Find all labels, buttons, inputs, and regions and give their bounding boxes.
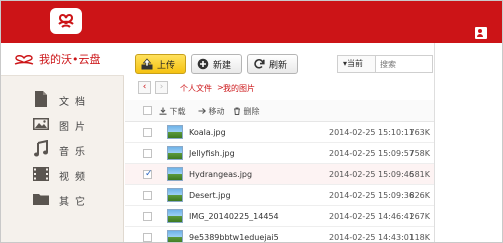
sidebar-item-pictures[interactable]: 图片 [1,112,124,137]
cloud-drive-window: 我的沃•云盘 文档 图片 音乐 视频 其它 上传 新建 刷新 ▾当前 搜索 ‹ … [0,0,503,243]
new-button[interactable]: 新建 [191,54,242,74]
chevron-left-icon: ‹ [142,82,147,92]
image-file-icon [167,125,183,139]
sidebar-item-label: 文档 [59,97,91,108]
file-name[interactable]: Koala.jpg [189,128,279,137]
trash-icon [234,107,240,115]
file-list: Koala.jpg 2014-02-25 15:10:11 763K Jelly… [125,122,434,242]
file-row[interactable]: IMG_20140225_144545.jpg 2014-02-25 14:46… [125,206,434,227]
back-button[interactable]: ‹ [138,81,151,94]
image-file-icon [167,188,183,202]
download-icon [159,107,167,115]
search-scope-label: 当前 [347,59,364,68]
category-nav: 文档 图片 音乐 视频 其它 [1,87,124,212]
sidebar: 我的沃•云盘 文档 图片 音乐 视频 其它 [1,43,124,242]
music-icon [34,140,48,157]
file-name[interactable]: 9e5389bbtw1eduejai5vci2 [189,233,279,242]
upload-button[interactable]: 上传 [135,54,186,74]
file-name[interactable]: Desert.jpg [189,191,279,200]
contacts-icon[interactable] [475,27,487,39]
plus-circle-icon [197,58,209,70]
file-panel: 上传 新建 刷新 ▾当前 ‹ › [125,43,434,242]
download-label: 下载 [169,107,186,116]
file-size: 763K [409,128,430,137]
row-checkbox[interactable] [143,212,152,221]
sidebar-item-label: 视频 [59,172,91,183]
select-all-checkbox[interactable] [143,106,152,115]
image-file-icon [167,146,183,160]
file-date: 2014-02-25 15:09:36 [329,191,414,200]
top-bar [1,1,502,43]
right-panel [434,43,502,242]
checkmark-icon: ✓ [145,169,153,179]
sidebar-item-label: 图片 [59,122,91,133]
image-file-icon [167,209,183,223]
breadcrumb-current[interactable]: 我的图片 [223,83,255,94]
row-checkbox[interactable] [143,233,152,242]
image-file-icon [167,167,183,181]
refresh-icon [254,59,265,69]
upload-icon [141,58,153,70]
toolbar: 上传 新建 刷新 ▾当前 [125,43,434,77]
delete-button[interactable]: 删除 [233,106,260,117]
file-date: 2014-02-25 15:10:11 [329,128,414,137]
document-icon [35,91,47,107]
file-date: 2014-02-25 15:09:46 [329,170,414,179]
file-row[interactable]: ✓ Hydrangeas.jpg 2014-02-25 15:09:46 581… [125,164,434,185]
refresh-label: 刷新 [269,60,288,71]
file-date: 2014-02-25 14:46:41 [329,212,414,221]
folder-icon [33,194,49,205]
row-checkbox[interactable]: ✓ [143,169,153,179]
file-size: 581K [409,170,430,179]
brand-mini-logo-icon [14,55,34,65]
image-file-icon [167,230,183,242]
file-size: 758K [409,149,430,158]
file-size: 118K [409,233,430,242]
upload-label: 上传 [157,60,176,71]
file-name[interactable]: IMG_20140225_144545.jpg [189,212,279,221]
file-row[interactable]: Koala.jpg 2014-02-25 15:10:11 763K [125,122,434,143]
sidebar-item-music[interactable]: 音乐 [1,137,124,162]
sidebar-item-videos[interactable]: 视频 [1,162,124,187]
download-button[interactable]: 下载 [159,106,186,117]
chevron-right-icon: › [159,82,164,92]
file-actions-bar: 下载 移动 删除 [125,100,434,122]
move-button[interactable]: 移动 [198,106,225,117]
file-date: 2014-02-25 15:09:57 [329,149,414,158]
sidebar-header: 我的沃•云盘 [1,43,124,76]
row-checkbox[interactable] [143,128,152,137]
sidebar-item-label: 其它 [59,197,91,208]
breadcrumb: ‹ › 个人文件 > 我的图片 [125,80,434,96]
knot-logo-icon [58,14,74,28]
file-row[interactable]: Jellyfish.jpg 2014-02-25 15:09:57 758K [125,143,434,164]
video-icon [33,167,49,181]
delete-label: 删除 [243,107,260,116]
refresh-button[interactable]: 刷新 [247,54,298,74]
breadcrumb-root[interactable]: 个人文件 [180,83,212,94]
file-size: 826K [409,191,430,200]
move-label: 移动 [208,107,225,116]
sidebar-item-documents[interactable]: 文档 [1,87,124,112]
file-name[interactable]: Hydrangeas.jpg [189,170,279,179]
new-label: 新建 [213,60,232,71]
search-input[interactable] [375,55,433,73]
file-row[interactable]: 9e5389bbtw1eduejai5vci2 2014-02-25 14:43… [125,227,434,242]
sidebar-item-other[interactable]: 其它 [1,187,124,212]
brand-logo[interactable] [50,8,82,34]
file-date: 2014-02-25 14:43:01 [329,233,414,242]
file-row[interactable]: Desert.jpg 2014-02-25 15:09:36 826K [125,185,434,206]
search-scope-select[interactable]: ▾当前 [337,55,375,73]
picture-icon [33,118,49,130]
row-checkbox[interactable] [143,191,152,200]
sidebar-item-label: 音乐 [59,147,91,158]
move-arrow-icon [198,108,207,114]
forward-button[interactable]: › [155,81,168,94]
file-size: 267K [409,212,430,221]
app-title: 我的沃•云盘 [39,53,101,66]
row-checkbox[interactable] [143,149,152,158]
file-name[interactable]: Jellyfish.jpg [189,149,279,158]
